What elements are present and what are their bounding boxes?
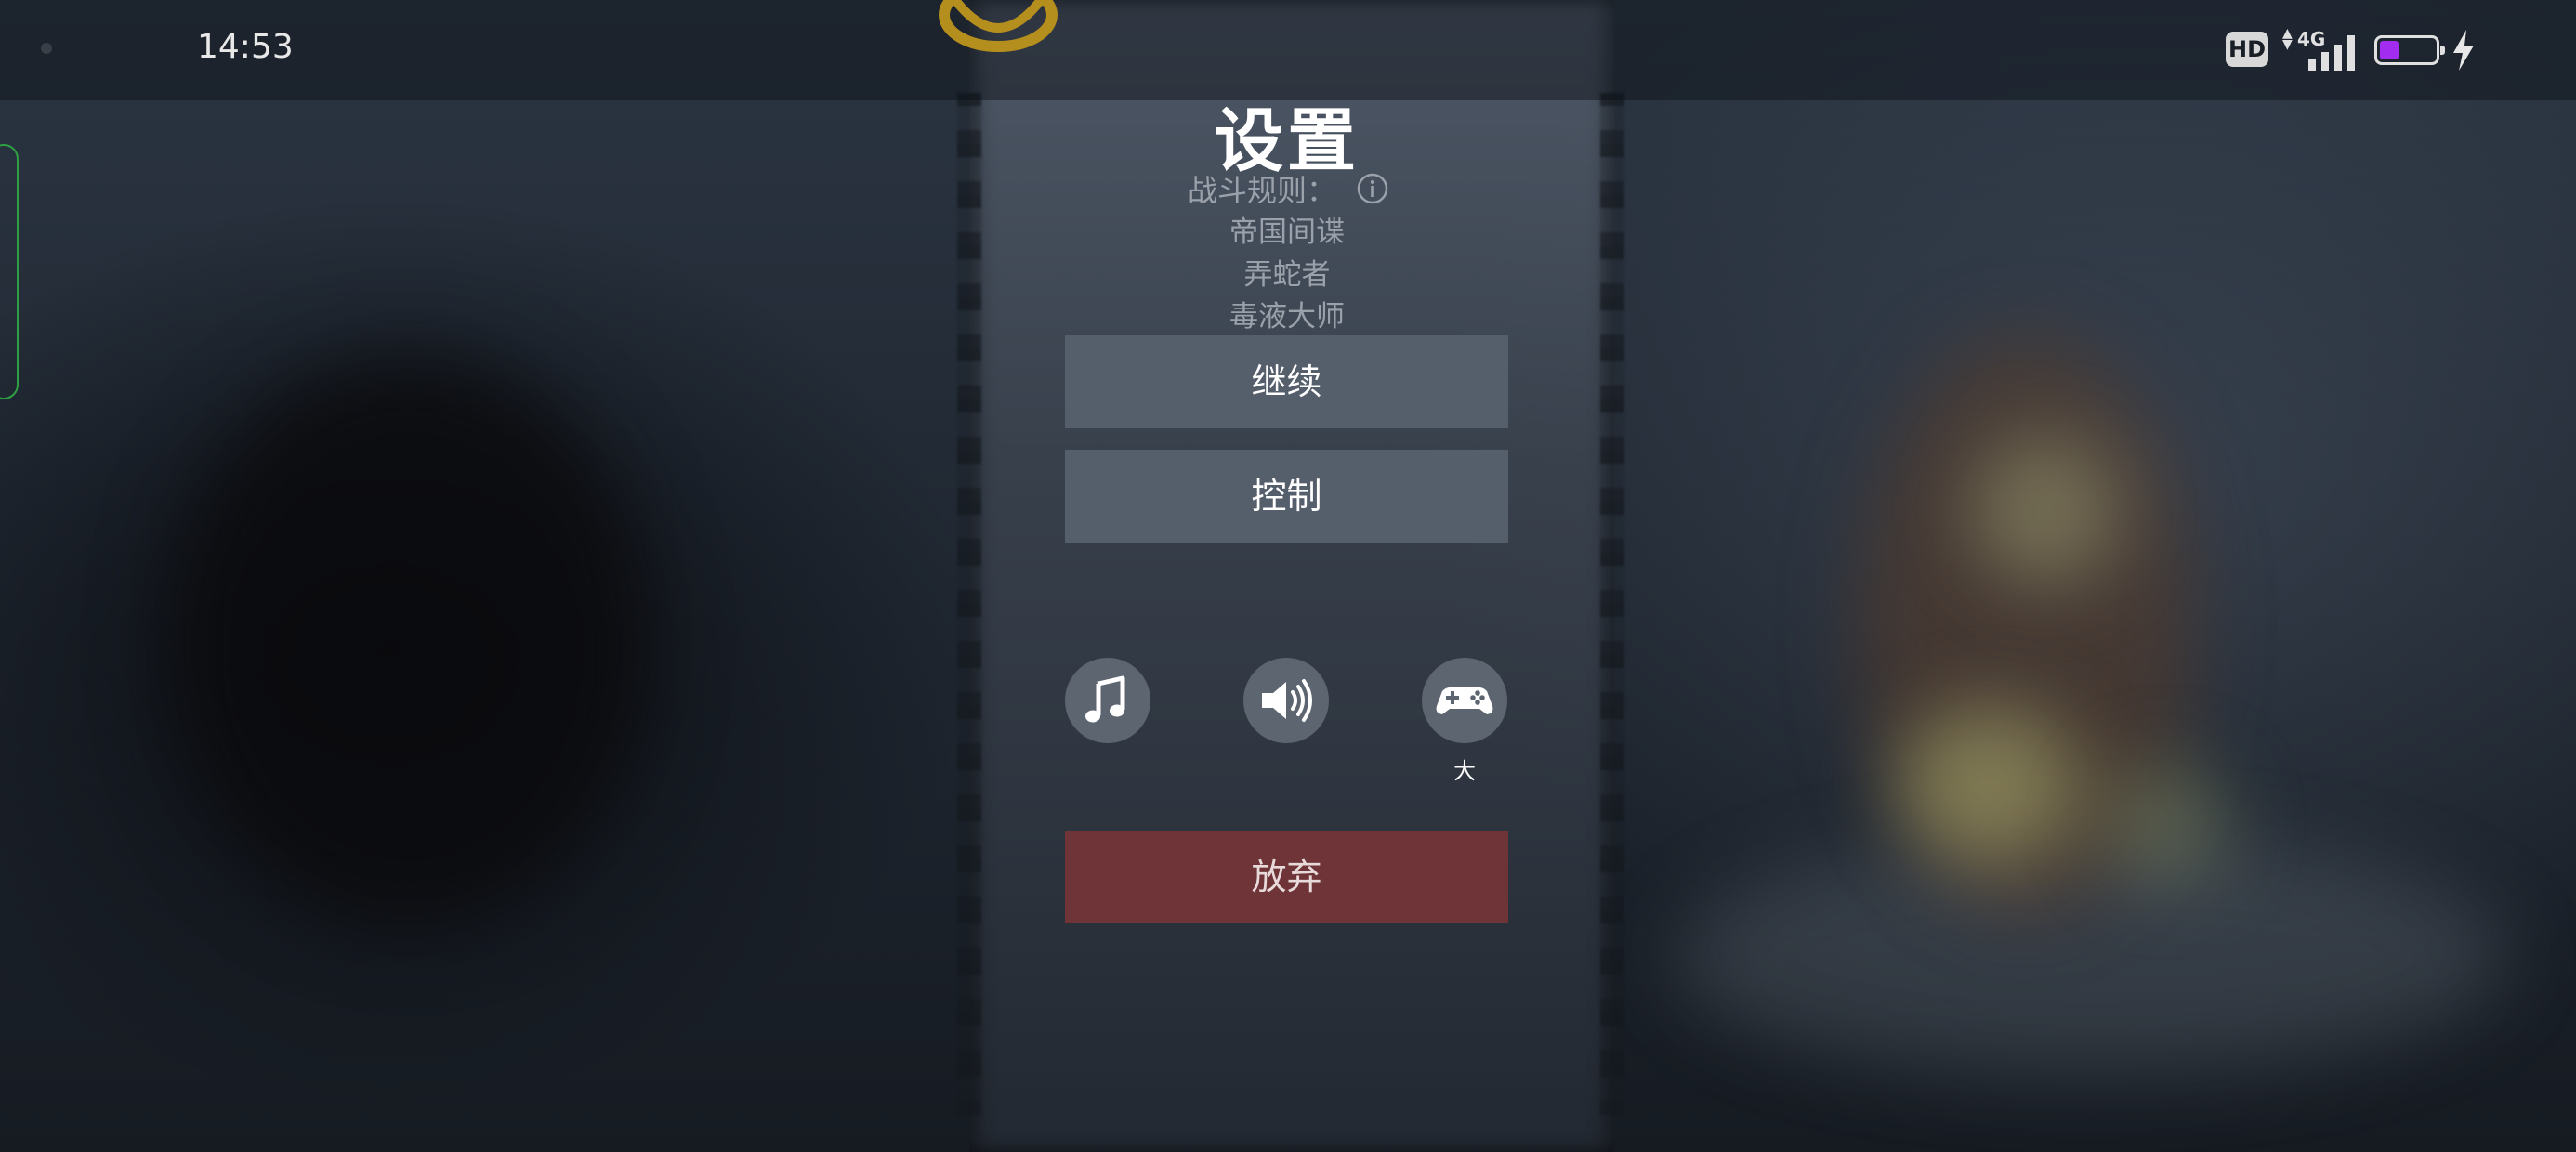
- blurred-highlight: [1970, 437, 2119, 585]
- music-toggle-button[interactable]: [1065, 658, 1150, 743]
- data-arrows-icon: ▲ ▼: [2282, 26, 2293, 52]
- battery-level: [2380, 41, 2399, 59]
- emblem-icon: [939, 0, 1058, 52]
- signal-bar: [2334, 45, 2342, 71]
- clock: 14:53: [197, 28, 294, 66]
- signal-bar: [2347, 35, 2355, 71]
- battery-icon: [2374, 35, 2445, 65]
- speaker-icon: [1262, 679, 1312, 722]
- camera-dot: [41, 43, 52, 54]
- quit-button[interactable]: 放弃: [1065, 831, 1508, 923]
- signal-icon: ▲ ▼ 4G: [2282, 26, 2360, 72]
- blurred-highlight: [2100, 762, 2230, 883]
- gamepad-icon: [1436, 687, 1493, 714]
- battle-rules-label: 战斗规则：: [1188, 173, 1337, 208]
- continue-button[interactable]: 继续: [1065, 335, 1508, 428]
- signal-bar: [2321, 52, 2329, 71]
- battery-nub: [2440, 46, 2445, 55]
- info-icon[interactable]: [1357, 173, 1388, 204]
- controls-button[interactable]: 控制: [1065, 450, 1508, 543]
- hd-badge: HD: [2226, 32, 2268, 67]
- battle-rule-item: 弄蛇者: [1243, 258, 1331, 292]
- battle-rule-item: 毒液大师: [1229, 300, 1345, 334]
- gamepad-size-button[interactable]: [1422, 658, 1507, 743]
- sound-toggle-button[interactable]: [1243, 658, 1329, 743]
- battle-rule-item: 帝国间谍: [1229, 216, 1345, 249]
- battle-rules-header: 战斗规则：: [1188, 167, 1388, 210]
- network-type: 4G: [2297, 28, 2326, 50]
- gamepad-size-label: 大: [1453, 758, 1476, 784]
- blurred-fighter-left: [167, 353, 651, 929]
- blurred-highlight: [1896, 706, 2082, 864]
- charging-bolt-icon: [2453, 30, 2474, 71]
- music-note-icon: [1085, 675, 1125, 723]
- side-panel-handle[interactable]: [0, 144, 19, 399]
- signal-bar: [2308, 59, 2316, 71]
